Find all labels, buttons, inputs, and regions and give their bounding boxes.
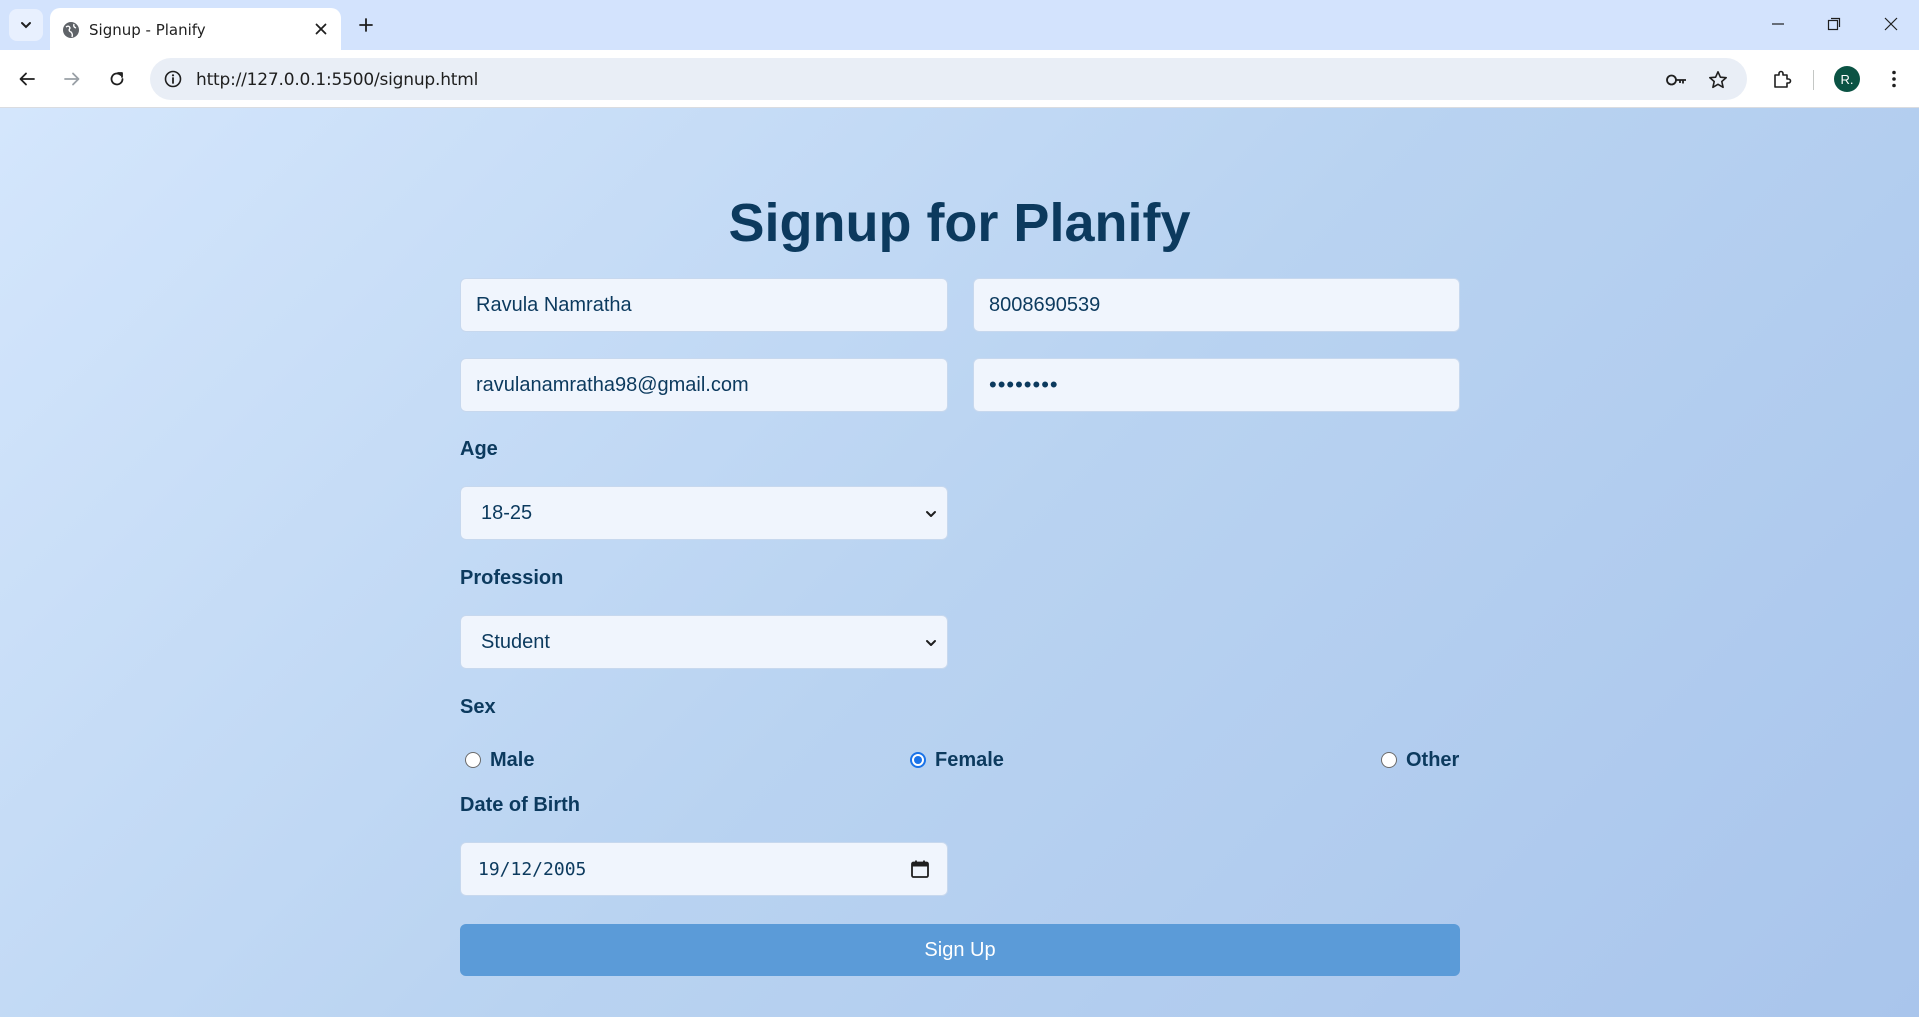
calendar-icon[interactable] — [909, 858, 931, 880]
reload-button[interactable] — [101, 63, 133, 95]
signup-page: Signup for Planify Ravula Namratha 80086… — [0, 108, 1919, 1017]
chevron-down-icon — [926, 640, 936, 646]
toolbar-divider — [1813, 70, 1814, 90]
name-input[interactable]: Ravula Namratha — [460, 278, 948, 332]
profession-label: Profession — [460, 567, 564, 589]
active-tab[interactable]: Signup - Planify — [50, 8, 341, 50]
phone-input[interactable]: 8008690539 — [973, 278, 1460, 332]
sex-option-female[interactable]: Female — [910, 745, 1004, 775]
chevron-down-icon — [21, 22, 31, 29]
plus-icon — [359, 18, 373, 32]
chrome-menu-button[interactable] — [1878, 63, 1910, 95]
chevron-down-icon — [926, 511, 936, 517]
other-radio[interactable] — [1381, 752, 1397, 768]
minimize-icon — [1772, 23, 1784, 25]
age-select[interactable]: 18-25 — [460, 486, 948, 540]
dob-value: 19/12/2005 — [478, 859, 587, 880]
forward-button[interactable] — [56, 63, 88, 95]
sex-option-male[interactable]: Male — [465, 745, 534, 775]
tab-search-button[interactable] — [9, 9, 43, 41]
dob-label: Date of Birth — [460, 794, 580, 816]
new-tab-button[interactable] — [353, 12, 379, 38]
phone-value: 8008690539 — [989, 293, 1101, 316]
browser-toolbar: http://127.0.0.1:5500/signup.html — [0, 50, 1919, 108]
close-icon — [315, 23, 327, 35]
tab-close-button[interactable] — [311, 19, 331, 39]
browser-tab-bar: Signup - Planify — [0, 0, 1919, 50]
age-label: Age — [460, 438, 498, 460]
male-radio[interactable] — [465, 752, 481, 768]
address-bar[interactable]: http://127.0.0.1:5500/signup.html — [150, 58, 1747, 100]
arrow-right-icon — [64, 72, 80, 86]
name-value: Ravula Namratha — [476, 293, 632, 316]
bookmark-button[interactable] — [1704, 66, 1732, 94]
arrow-left-icon — [19, 72, 35, 86]
minimize-button[interactable] — [1758, 8, 1798, 40]
female-radio-label: Female — [935, 748, 1004, 771]
male-radio-label: Male — [490, 748, 535, 771]
reload-icon — [110, 72, 124, 86]
extensions-button[interactable] — [1766, 63, 1798, 95]
password-key-button[interactable] — [1663, 66, 1691, 94]
dob-input[interactable]: 19/12/2005 — [460, 842, 948, 896]
signup-button[interactable]: Sign Up — [460, 924, 1460, 976]
profession-selected-value: Student — [481, 631, 550, 653]
tab-title: Signup - Planify — [89, 21, 206, 39]
close-icon — [1884, 17, 1898, 31]
profession-select[interactable]: Student — [460, 615, 948, 669]
profile-avatar[interactable]: R. — [1834, 66, 1860, 92]
restore-button[interactable] — [1814, 8, 1854, 40]
other-radio-label: Other — [1406, 748, 1460, 771]
site-info-button[interactable] — [160, 66, 186, 92]
sex-option-other[interactable]: Other — [1381, 745, 1459, 775]
globe-icon — [63, 22, 79, 38]
puzzle-icon — [1774, 70, 1792, 88]
url-text: http://127.0.0.1:5500/signup.html — [196, 70, 479, 90]
age-selected-value: 18-25 — [481, 502, 533, 524]
info-icon — [164, 70, 182, 88]
email-value: ravulanamratha98@gmail.com — [476, 373, 749, 396]
more-vert-icon — [1892, 70, 1896, 88]
restore-icon — [1827, 17, 1841, 31]
sex-label: Sex — [460, 696, 496, 718]
page-title: Signup for Planify — [728, 193, 1191, 253]
female-radio[interactable] — [910, 752, 926, 768]
email-input[interactable]: ravulanamratha98@gmail.com — [460, 358, 948, 412]
back-button[interactable] — [11, 63, 43, 95]
password-input[interactable]: •••••••• — [973, 358, 1460, 412]
key-icon — [1666, 74, 1686, 86]
window-close-button[interactable] — [1871, 8, 1911, 40]
password-value: •••••••• — [989, 372, 1059, 397]
star-icon — [1709, 71, 1727, 89]
